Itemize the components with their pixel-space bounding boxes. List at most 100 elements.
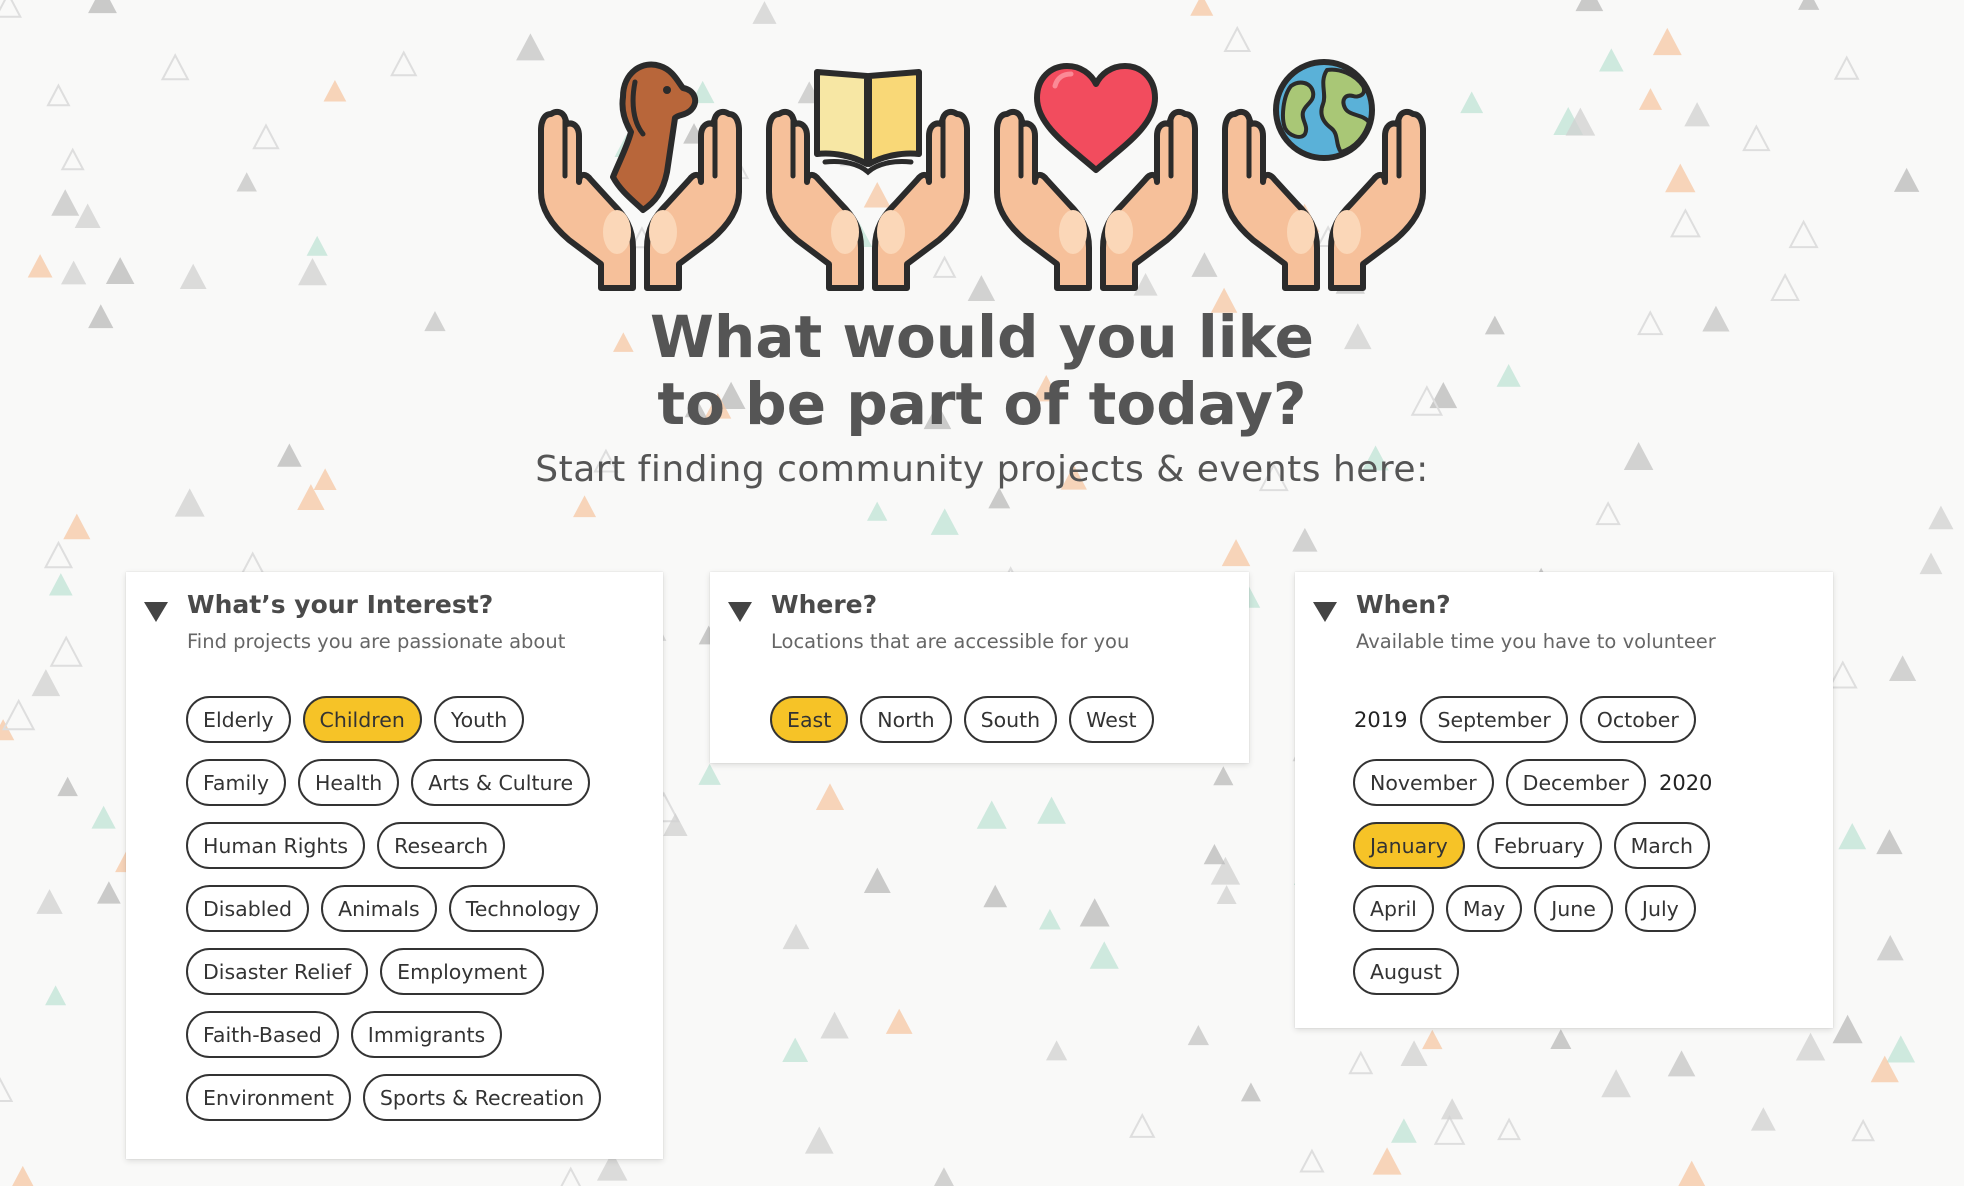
- interest-chip-human-rights[interactable]: Human Rights: [186, 822, 366, 869]
- background-triangle: [1221, 539, 1251, 567]
- background-triangle: [179, 263, 207, 290]
- interest-chip-research[interactable]: Research: [377, 822, 506, 869]
- background-triangle: [1652, 27, 1682, 56]
- month-chip-june[interactable]: June: [1534, 885, 1613, 932]
- background-triangle: [782, 1037, 809, 1063]
- background-triangle: [1827, 660, 1858, 689]
- interest-chip-disaster-relief[interactable]: Disaster Relief: [186, 948, 369, 995]
- background-triangle: [1928, 505, 1954, 530]
- background-triangle: [1460, 91, 1484, 114]
- background-triangle: [63, 513, 91, 540]
- background-triangle: [74, 203, 101, 229]
- background-triangle: [1292, 527, 1318, 552]
- background-triangle: [61, 260, 87, 285]
- background-triangle: [752, 1, 777, 24]
- page-title-line-2: to be part of today?: [657, 370, 1307, 438]
- background-triangle: [91, 805, 116, 829]
- month-chip-july[interactable]: July: [1624, 885, 1696, 932]
- interest-filter-panel: What’s your Interest? Find projects you …: [126, 572, 663, 1159]
- interest-panel-header[interactable]: What’s your Interest? Find projects you …: [126, 572, 663, 672]
- background-triangle: [1391, 1118, 1417, 1143]
- interest-chip-environment[interactable]: Environment: [186, 1074, 351, 1121]
- background-triangle: [1079, 898, 1110, 927]
- background-triangle: [930, 508, 959, 535]
- interest-chip-disabled[interactable]: Disabled: [186, 885, 310, 932]
- month-chip-april[interactable]: April: [1353, 885, 1434, 932]
- when-filter-panel: When? Available time you have to volunte…: [1295, 572, 1833, 1028]
- background-triangle: [885, 1008, 913, 1034]
- month-chip-may[interactable]: May: [1445, 885, 1523, 932]
- background-triangle: [1433, 1114, 1466, 1145]
- interest-chip-youth[interactable]: Youth: [433, 696, 525, 743]
- background-triangle: [51, 189, 80, 216]
- interest-panel-title: What’s your Interest?: [187, 590, 494, 619]
- where-panel-header[interactable]: Where? Locations that are accessible for…: [710, 572, 1249, 672]
- interest-chip-employment[interactable]: Employment: [380, 948, 545, 995]
- background-triangle: [1638, 88, 1663, 110]
- month-chip-january[interactable]: January: [1353, 822, 1465, 869]
- background-triangle: [698, 763, 721, 785]
- interest-chip-list: Elderly Children Youth Family Health Arts & C…: [186, 696, 626, 1121]
- month-chip-september[interactable]: September: [1420, 696, 1568, 743]
- interest-chip-family[interactable]: Family: [186, 759, 286, 806]
- background-triangle: [0, 1077, 14, 1102]
- background-triangle: [31, 669, 61, 697]
- background-triangle: [46, 83, 71, 107]
- interest-chip-sports-and-recreation[interactable]: Sports & Recreation: [362, 1074, 602, 1121]
- hero-illustrations: [535, 52, 1430, 292]
- where-panel-title: Where?: [771, 590, 878, 619]
- collapse-caret-icon[interactable]: [1313, 602, 1337, 622]
- background-triangle: [1187, 1025, 1209, 1046]
- background-triangle: [867, 501, 888, 521]
- background-triangle: [1497, 1117, 1522, 1141]
- collapse-caret-icon[interactable]: [728, 602, 752, 622]
- collapse-caret-icon[interactable]: [144, 602, 168, 622]
- page-subtitle: Start finding community projects & event…: [535, 449, 1429, 490]
- background-triangle: [36, 889, 63, 914]
- background-triangle: [1595, 501, 1621, 526]
- background-triangle: [1440, 1098, 1464, 1120]
- background-triangle: [1919, 552, 1943, 575]
- background-triangle: [12, 1165, 34, 1186]
- background-triangle: [560, 1166, 582, 1186]
- month-chip-february[interactable]: February: [1476, 822, 1602, 869]
- month-chip-december[interactable]: December: [1505, 759, 1646, 806]
- location-chip-east[interactable]: East: [770, 696, 849, 743]
- background-triangle: [1216, 885, 1237, 905]
- month-chip-november[interactable]: November: [1353, 759, 1494, 806]
- background-triangle: [1669, 208, 1701, 238]
- interest-chip-arts-and-culture[interactable]: Arts & Culture: [411, 759, 591, 806]
- background-triangle: [1372, 1147, 1402, 1175]
- location-chip-south[interactable]: South: [963, 696, 1058, 743]
- location-chip-north[interactable]: North: [860, 696, 952, 743]
- interest-chip-elderly[interactable]: Elderly: [186, 696, 291, 743]
- month-chip-october[interactable]: October: [1579, 696, 1696, 743]
- month-chip-march[interactable]: March: [1613, 822, 1711, 869]
- background-triangle: [1833, 55, 1860, 80]
- background-triangle: [1893, 167, 1920, 192]
- background-triangle: [1037, 796, 1066, 824]
- interest-chip-health[interactable]: Health: [297, 759, 400, 806]
- background-triangle: [105, 257, 135, 285]
- background-triangle: [88, 0, 117, 14]
- background-triangle: [983, 884, 1008, 908]
- background-triangle: [782, 923, 810, 950]
- interest-chip-faith-based[interactable]: Faith-Based: [186, 1011, 339, 1058]
- where-panel-subtitle: Locations that are accessible for you: [771, 630, 1130, 653]
- location-chip-west[interactable]: West: [1069, 696, 1154, 743]
- background-triangle: [298, 257, 327, 286]
- interest-chip-animals[interactable]: Animals: [321, 885, 437, 932]
- hands-dog-icon: [535, 52, 745, 292]
- year-label-2019: 2019: [1354, 707, 1408, 732]
- interest-chip-immigrants[interactable]: Immigrants: [350, 1011, 503, 1058]
- hands-globe-icon: [1219, 52, 1429, 292]
- month-chip-august[interactable]: August: [1353, 948, 1459, 995]
- when-panel-header[interactable]: When? Available time you have to volunte…: [1295, 572, 1833, 672]
- background-triangle: [1750, 1107, 1776, 1131]
- background-triangle: [1089, 941, 1119, 969]
- background-triangle: [1190, 0, 1214, 16]
- interest-chip-technology[interactable]: Technology: [448, 885, 598, 932]
- background-triangle: [160, 53, 190, 81]
- interest-chip-children[interactable]: Children: [302, 696, 422, 743]
- background-triangle: [57, 776, 78, 797]
